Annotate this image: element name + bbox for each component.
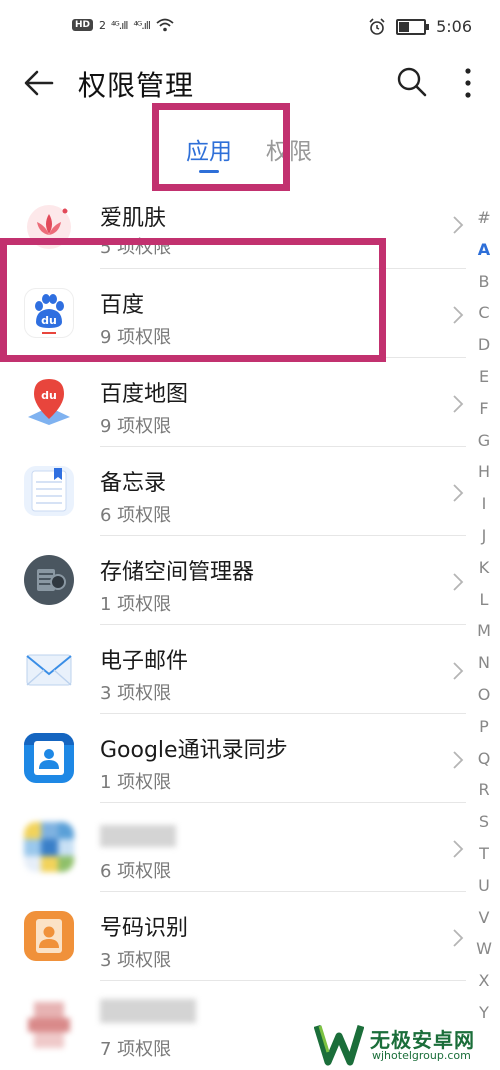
chevron-right-icon [453,395,464,413]
signal-icon-2: ⁴ᴳ.ıll [133,18,150,32]
permission-count: 1 项权限 [100,594,172,615]
alphabet-index-letter[interactable]: O [472,679,496,711]
highlight-box-baidu [0,238,386,362]
search-icon[interactable] [396,66,428,98]
hd-sub: 2 [99,18,106,32]
status-left: HD 2 ⁴ᴳ.ıll ⁴ᴳ.ıll [72,18,174,32]
alphabet-index-letter[interactable]: U [472,870,496,902]
storage-icon [24,555,74,605]
app-name: 备忘录 [100,471,167,496]
alphabet-index-letter[interactable]: F [472,393,496,425]
list-item-storage-manager[interactable]: 存储空间管理器 1 项权限 [0,536,470,625]
alphabet-index-letter[interactable]: A [472,234,496,266]
app-name: 存储空间管理器 [100,560,255,585]
alphabet-index-letter[interactable]: B [472,266,496,298]
page-title: 权限管理 [78,69,195,102]
baidu-map-icon: du [24,377,74,427]
alphabet-index-letter[interactable]: V [472,902,496,934]
alphabet-index-letter[interactable]: L [472,584,496,616]
permission-count: 1 项权限 [100,772,172,793]
alphabet-index-letter[interactable]: C [472,297,496,329]
svg-text:du: du [41,389,57,402]
alphabet-index-letter[interactable]: X [472,965,496,997]
status-bar: HD 2 ⁴ᴳ.ıll ⁴ᴳ.ıll 5:06 [0,0,500,56]
app-name: Google通讯录同步 [100,738,288,763]
permission-count: 3 项权限 [100,683,172,704]
list-item-baidu-map[interactable]: du 百度地图 9 项权限 [0,358,470,447]
permission-count: 3 项权限 [100,950,172,971]
alphabet-index-letter[interactable]: E [472,361,496,393]
blurred-app-icon [24,822,74,872]
permission-count: 6 项权限 [100,861,172,882]
alphabet-index-letter[interactable]: P [472,711,496,743]
chevron-right-icon [453,929,464,947]
alphabet-index-letter[interactable]: T [472,838,496,870]
alphabet-index-letter[interactable]: K [472,552,496,584]
alphabet-index-letter[interactable]: D [472,329,496,361]
permission-count: 7 项权限 [100,1039,172,1060]
blurred-app-name [100,999,196,1023]
back-arrow-icon[interactable] [22,66,56,100]
list-item-google-contacts-sync[interactable]: Google通讯录同步 1 项权限 [0,714,470,803]
app-name: 号码识别 [100,916,189,941]
alphabet-index-letter[interactable]: Q [472,743,496,775]
contacts-icon [24,733,74,783]
alphabet-index-letter[interactable]: S [472,806,496,838]
chevron-right-icon [453,840,464,858]
chevron-right-icon [453,662,464,680]
alphabet-index-letter[interactable]: G [472,425,496,457]
more-options-icon[interactable] [458,66,478,100]
list-item-email[interactable]: 电子邮件 3 项权限 [0,625,470,714]
battery-icon [396,18,430,35]
app-name: 百度地图 [100,382,189,407]
watermark-url: wjhotelgroup.com [372,1049,471,1062]
chevron-right-icon [453,751,464,769]
list-item-caller-id[interactable]: 号码识别 3 项权限 [0,892,470,981]
chevron-right-icon [453,573,464,591]
alphabet-index-letter[interactable]: # [472,202,496,234]
alphabet-index[interactable]: # A B C D E F G H I J K L M N O P Q R S T U V W X Y [472,202,496,1029]
list-item-notes[interactable]: 备忘录 6 项权限 [0,447,470,536]
chevron-right-icon [453,306,464,324]
chevron-right-icon [453,216,464,234]
watermark-logo-icon [314,1024,364,1066]
highlight-box-tabs [152,103,290,191]
email-icon [24,644,74,694]
alphabet-index-letter[interactable]: M [472,615,496,647]
alarm-icon [369,17,385,35]
permission-count: 9 项权限 [100,416,172,437]
alphabet-index-letter[interactable]: J [472,520,496,552]
chevron-right-icon [453,484,464,502]
clock: 5:06 [436,17,472,36]
alphabet-index-letter[interactable]: I [472,488,496,520]
blurred-app-icon-2 [24,1000,74,1050]
blurred-app-name [100,825,176,847]
app-name: 爱肌肤 [100,206,167,231]
alphabet-index-letter[interactable]: W [472,933,496,965]
wifi-icon [156,18,174,32]
app-name: 电子邮件 [100,649,189,674]
alphabet-index-letter[interactable]: R [472,774,496,806]
status-right: 5:06 [368,17,472,36]
list-item-blurred-app[interactable]: 6 项权限 [0,803,470,892]
watermark: 无极安卓网 wjhotelgroup.com [314,1022,500,1070]
alphabet-index-letter[interactable]: N [472,647,496,679]
alphabet-index-letter[interactable]: H [472,456,496,488]
signal-icon: ⁴ᴳ.ıll [111,18,128,32]
caller-id-icon [24,911,74,961]
permission-count: 6 项权限 [100,505,172,526]
hd-badge: HD [72,19,94,31]
notepad-icon [24,466,74,516]
